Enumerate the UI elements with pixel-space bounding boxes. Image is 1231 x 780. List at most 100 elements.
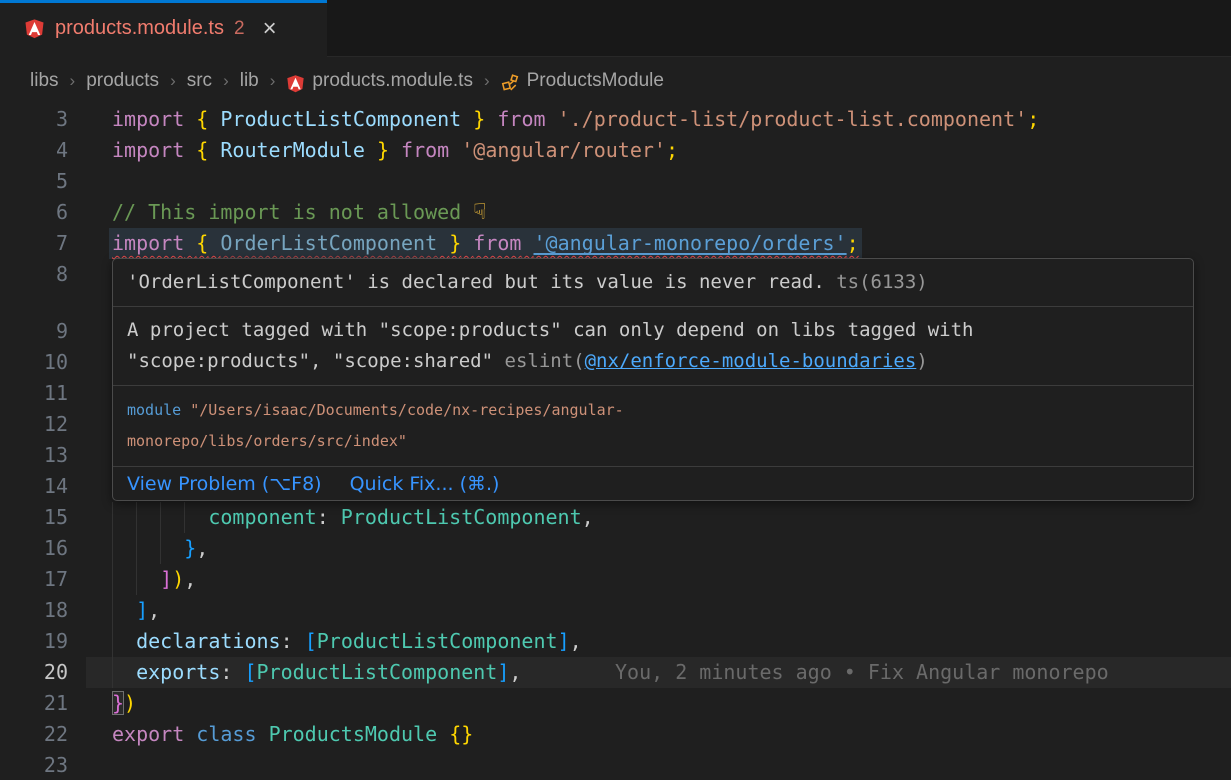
code-line[interactable]: 20 exports: [ProductListComponent],You, …	[0, 657, 1231, 688]
code-token	[208, 138, 220, 162]
hover-message: 'OrderListComponent' is declared but its…	[113, 259, 1193, 306]
code-line[interactable]: 19 declarations: [ProductListComponent],	[0, 626, 1231, 657]
code-token	[112, 536, 184, 560]
code-token: :	[317, 505, 341, 529]
code-token: }	[449, 231, 461, 255]
hover-message-line: A project tagged with "scope:products" c…	[127, 315, 1179, 346]
close-icon[interactable]: ×	[263, 19, 277, 39]
code-token: import	[112, 107, 184, 131]
code-token: ts(6133)	[825, 271, 928, 293]
code-text: exports: [ProductListComponent],	[112, 657, 521, 688]
code-token: A project tagged with "scope:products" c…	[127, 319, 973, 341]
code-line[interactable]: 17 ]),	[0, 564, 1231, 595]
hover-message-line: monorepo/libs/orders/src/index"	[127, 426, 1179, 457]
code-token: ProductListComponent	[341, 505, 582, 529]
code-line[interactable]: 5	[0, 166, 1231, 197]
breadcrumb-item[interactable]: src	[187, 70, 212, 91]
line-number: 12	[0, 409, 68, 440]
line-number: 7	[0, 228, 68, 259]
git-blame-annotation: You, 2 minutes ago • Fix Angular monorep…	[615, 657, 1109, 688]
line-number: 13	[0, 440, 68, 471]
code-token: ,	[184, 567, 196, 591]
hover-message-line: 'OrderListComponent' is declared but its…	[127, 267, 1179, 298]
tab-title: products.module.ts	[55, 17, 224, 40]
code-line[interactable]: 15 component: ProductListComponent,	[0, 502, 1231, 533]
code-line[interactable]: 23	[0, 750, 1231, 780]
code-token	[365, 138, 377, 162]
code-token	[184, 138, 196, 162]
hover-message-line: module "/Users/isaac/Documents/code/nx-r…	[127, 395, 1179, 426]
hover-message: A project tagged with "scope:products" c…	[113, 306, 1193, 385]
line-number: 8	[0, 259, 68, 290]
code-token: module	[127, 401, 181, 419]
quick-fix-action[interactable]: Quick Fix... (⌘.)	[350, 473, 500, 495]
code-token: OrderListComponent	[220, 231, 437, 255]
editor[interactable]: 3import { ProductListComponent } from '.…	[0, 104, 1231, 780]
code-token: from	[401, 138, 449, 162]
code-line[interactable]: 21})	[0, 688, 1231, 719]
code-token: from	[497, 107, 545, 131]
code-token: ]	[160, 567, 172, 591]
code-token: }	[473, 107, 485, 131]
breadcrumb-file[interactable]: products.module.ts	[312, 70, 473, 92]
breadcrumb-separator: ›	[170, 71, 176, 90]
line-number: 21	[0, 688, 68, 719]
code-token: ProductListComponent	[317, 629, 558, 653]
code-token: ;	[847, 231, 859, 255]
code-token: from	[473, 231, 521, 255]
breadcrumb-item[interactable]: products	[86, 70, 159, 91]
code-token	[112, 567, 160, 591]
line-number: 23	[0, 750, 68, 780]
code-token: ProductListComponent	[257, 660, 498, 684]
breadcrumb-item[interactable]: lib	[240, 70, 259, 91]
code-token: 'OrderListComponent' is declared but its…	[127, 271, 825, 293]
angular-icon	[286, 74, 305, 93]
code-token: import	[112, 231, 184, 255]
rule-doc-link[interactable]: @nx/enforce-module-boundaries	[585, 350, 917, 372]
code-line[interactable]: 16 },	[0, 533, 1231, 564]
code-token: ProductListComponent	[220, 107, 461, 131]
code-token: './product-list/product-list.component'	[558, 107, 1028, 131]
code-token: :	[220, 660, 244, 684]
code-token: {	[196, 138, 208, 162]
code-text: import { ProductListComponent } from './…	[112, 104, 1039, 135]
code-token: ;	[666, 138, 678, 162]
code-token: monorepo/libs/orders/src/index"	[127, 432, 407, 450]
code-token: }	[377, 138, 389, 162]
code-text: })	[112, 688, 136, 719]
tab-products-module[interactable]: products.module.ts 2 ×	[0, 0, 327, 57]
code-line[interactable]: 3import { ProductListComponent } from '.…	[0, 104, 1231, 135]
line-number: 14	[0, 471, 68, 502]
view-problem-action[interactable]: View Problem (⌥F8)	[127, 473, 322, 495]
import-path-link[interactable]: '@angular-monorepo/orders'	[534, 231, 847, 255]
code-text: declarations: [ProductListComponent],	[112, 626, 582, 657]
breadcrumb-separator: ›	[484, 71, 490, 91]
code-text: import { OrderListComponent } from '@ang…	[109, 228, 862, 259]
breadcrumb-item[interactable]: libs	[30, 70, 59, 91]
code-token: ,	[570, 629, 582, 653]
code-line[interactable]: 22export class ProductsModule {}	[0, 719, 1231, 750]
code-token: {	[196, 107, 208, 131]
code-token: export	[112, 722, 184, 746]
code-token	[546, 107, 558, 131]
line-number: 10	[0, 347, 68, 378]
code-text: // This import is not allowed ☟	[112, 197, 486, 228]
breadcrumb-symbol[interactable]: ProductsModule	[527, 70, 664, 92]
code-token: // This import is not allowed	[112, 200, 473, 224]
line-number: 9	[0, 316, 68, 347]
code-token	[184, 231, 196, 255]
code-line[interactable]: 4import { RouterModule } from '@angular/…	[0, 135, 1231, 166]
line-number: 18	[0, 595, 68, 626]
line-number: 17	[0, 564, 68, 595]
tab-strip: products.module.ts 2 ×	[0, 0, 1231, 57]
code-line[interactable]: 6// This import is not allowed ☟	[0, 197, 1231, 228]
code-token: ]	[558, 629, 570, 653]
code-line[interactable]: 18 ],	[0, 595, 1231, 626]
code-token: {	[196, 231, 208, 255]
code-token: )	[124, 691, 136, 715]
code-token: :	[281, 629, 305, 653]
code-line[interactable]: 7 import { OrderListComponent } from '@an…	[0, 228, 1231, 259]
symbol-class-icon	[501, 74, 520, 93]
code-token: [	[305, 629, 317, 653]
code-token: }	[184, 536, 196, 560]
